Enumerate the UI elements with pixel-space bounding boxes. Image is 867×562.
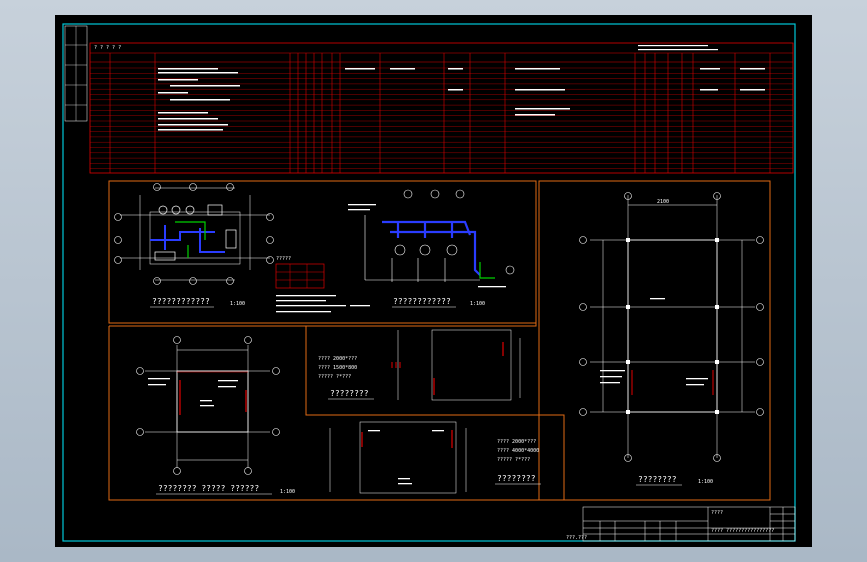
table-header-code: ? ? ? ? ? <box>94 45 121 51</box>
svg-text:1:100: 1:100 <box>230 301 245 307</box>
svg-text:???? 2000*???: ???? 2000*??? <box>497 439 536 445</box>
svg-text:1:100: 1:100 <box>470 301 485 307</box>
plan3-title: ???????? <box>638 475 677 484</box>
svg-text:?????: ????? <box>276 256 291 262</box>
svg-text:2100: 2100 <box>657 199 669 205</box>
svg-text:????? ?*???: ????? ?*??? <box>318 374 351 380</box>
plan2-title: ???????????? <box>393 297 451 306</box>
svg-text:???? ????????????????: ???? ???????????????? <box>711 528 774 534</box>
plan4-title: ???????? ????? ?????? <box>158 484 259 493</box>
svg-text:1:100: 1:100 <box>280 489 295 495</box>
svg-text:???? 1500*800: ???? 1500*800 <box>318 365 357 371</box>
plan5-title: ???????? <box>330 389 369 398</box>
drawing-sheet <box>55 15 812 547</box>
svg-text:???.???: ???.??? <box>566 535 587 541</box>
svg-text:???? 4000*4000: ???? 4000*4000 <box>497 448 539 454</box>
plan1-title: ???????????? <box>152 297 210 306</box>
plan6-title: ???????? <box>497 474 536 483</box>
svg-text:????: ???? <box>711 510 723 516</box>
svg-text:???? 2000*???: ???? 2000*??? <box>318 356 357 362</box>
svg-text:????? ?*???: ????? ?*??? <box>497 457 530 463</box>
svg-text:1:100: 1:100 <box>698 479 713 485</box>
cad-drawing-viewport[interactable]: ? ? ? ? ? ????? ???????????? 1:100 ?????… <box>0 0 867 562</box>
